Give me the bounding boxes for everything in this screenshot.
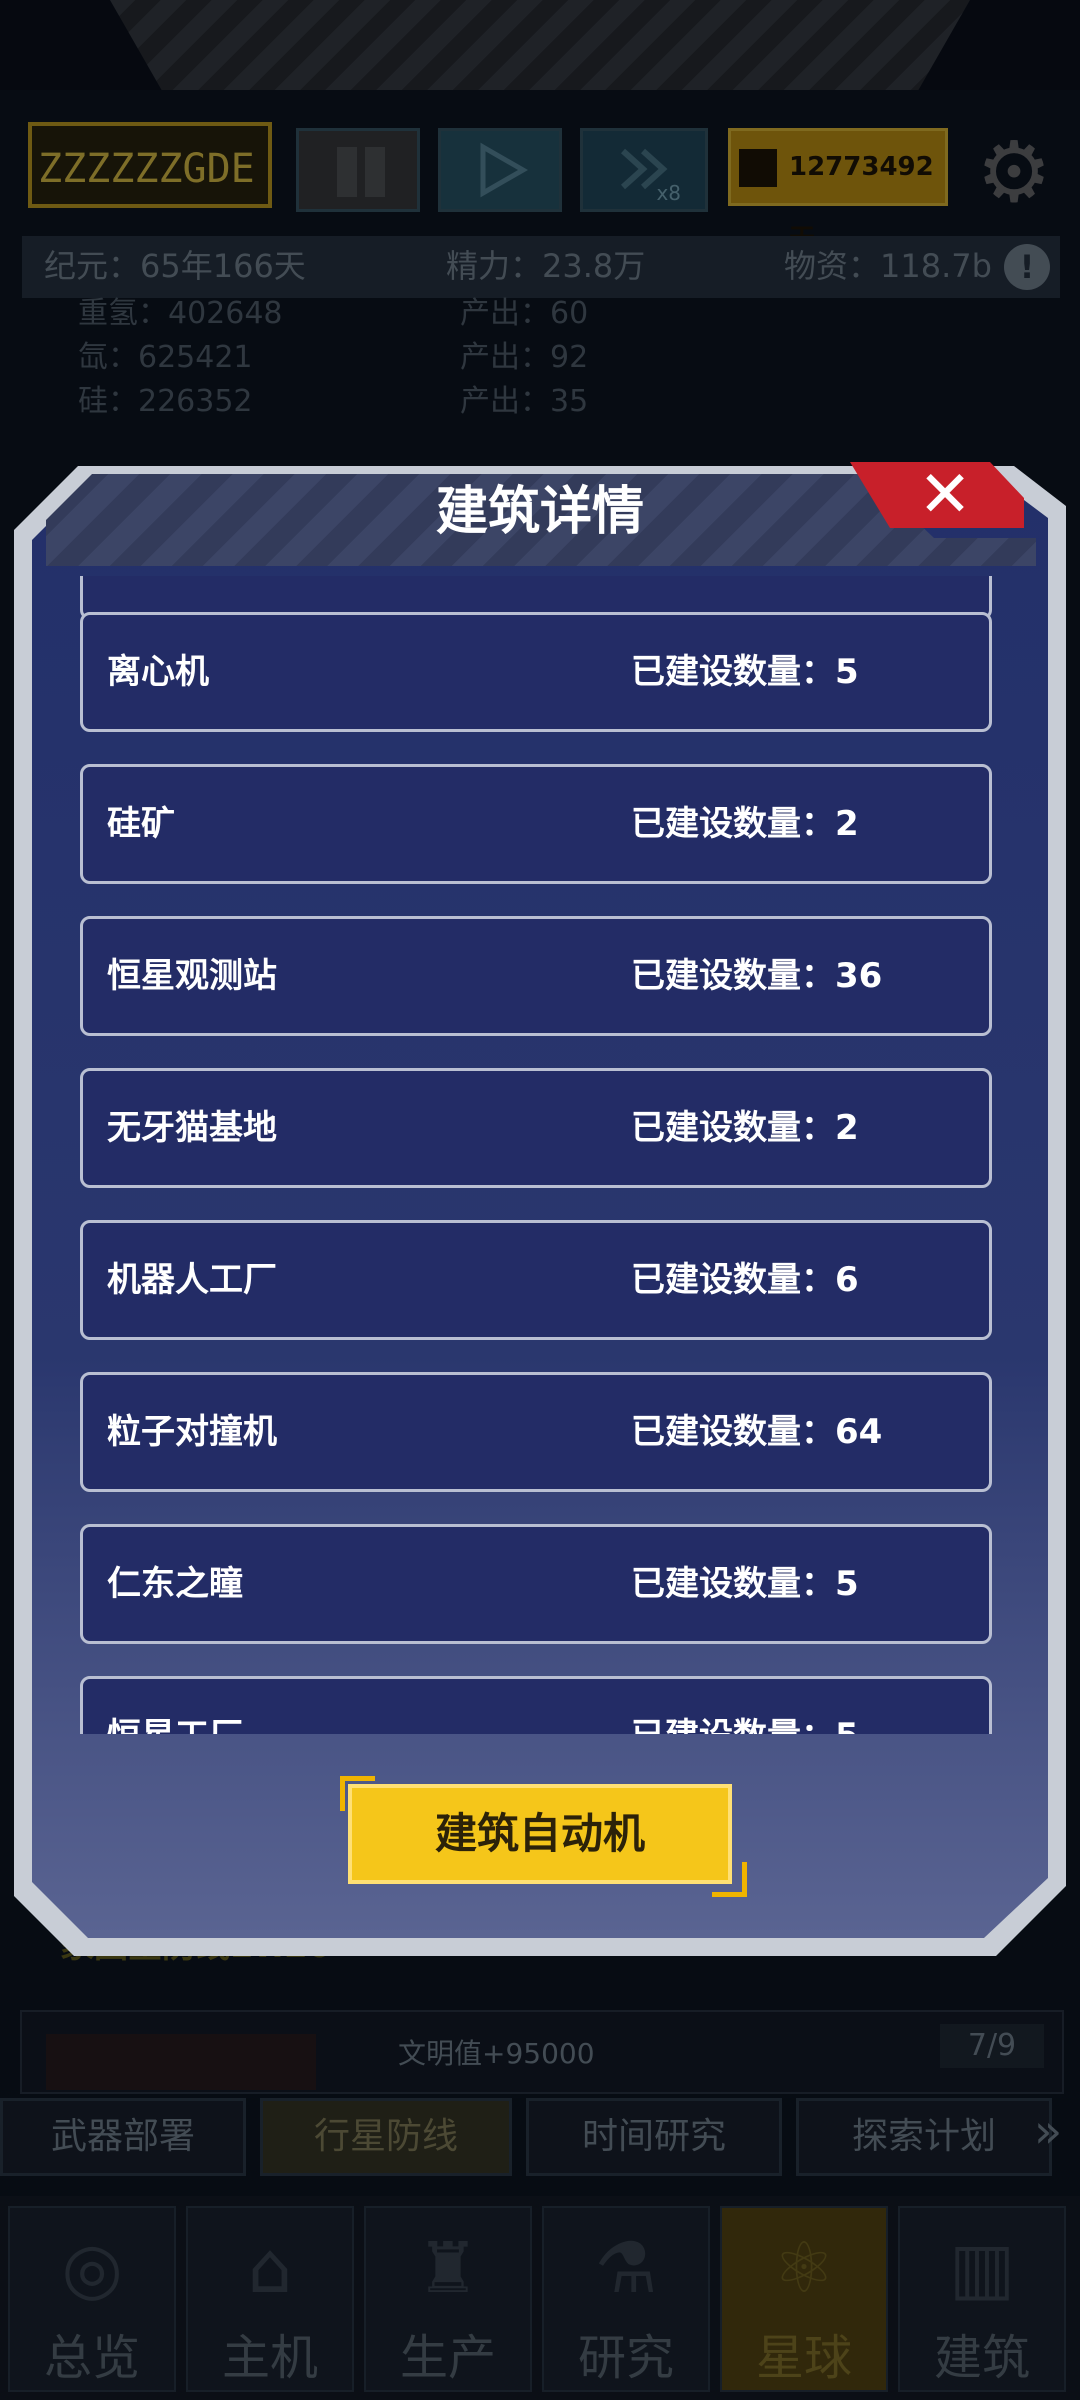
count-value: 5 <box>835 652 859 692</box>
count-label: 已建设数量： <box>631 1108 835 1148</box>
list-item: 恒星观测站 已建设数量：36 <box>80 916 992 1036</box>
count-label: 已建设数量： <box>631 804 835 844</box>
list-item: 硅矿 已建设数量：2 <box>80 764 992 884</box>
building-name: 恒星观测站 <box>107 956 277 996</box>
count-value: 5 <box>835 1564 859 1604</box>
button-corner <box>712 1862 747 1897</box>
close-icon[interactable]: ✕ <box>910 460 980 530</box>
count-value: 36 <box>835 956 883 996</box>
count-value: 6 <box>835 1260 859 1300</box>
list-item: 离心机 已建设数量：5 <box>80 612 992 732</box>
list-item: 恒星工厂 已建设数量：5 <box>80 1676 992 1734</box>
count-value: 5 <box>835 1716 859 1734</box>
count-value: 64 <box>835 1412 883 1452</box>
building-list[interactable]: 离心机 已建设数量：5 硅矿 已建设数量：2 恒星观测站 已建设数量：36 无牙… <box>78 576 1002 1734</box>
count-label: 已建设数量： <box>631 1564 835 1604</box>
building-count: 已建设数量：5 <box>631 1679 859 1734</box>
list-item: 无牙猫基地 已建设数量：2 <box>80 1068 992 1188</box>
count-label: 已建设数量： <box>631 1412 835 1452</box>
building-count: 已建设数量：6 <box>631 1223 859 1337</box>
count-label: 已建设数量： <box>631 1716 835 1734</box>
building-name: 无牙猫基地 <box>107 1108 277 1148</box>
list-item: 仁东之瞳 已建设数量：5 <box>80 1524 992 1644</box>
building-count: 已建设数量：2 <box>631 767 859 881</box>
building-name: 机器人工厂 <box>107 1260 277 1300</box>
building-count: 已建设数量：5 <box>631 1527 859 1641</box>
auto-build-button[interactable]: 建筑自动机 <box>348 1784 732 1884</box>
building-name: 硅矿 <box>107 804 175 844</box>
building-count: 已建设数量：2 <box>631 1071 859 1185</box>
building-name: 粒子对撞机 <box>107 1412 277 1452</box>
building-name: 恒星工厂 <box>107 1679 243 1734</box>
building-count: 已建设数量：5 <box>631 615 859 729</box>
building-name: 仁东之瞳 <box>107 1564 243 1604</box>
list-item: 机器人工厂 已建设数量：6 <box>80 1220 992 1340</box>
list-item: 粒子对撞机 已建设数量：64 <box>80 1372 992 1492</box>
count-label: 已建设数量： <box>631 1260 835 1300</box>
building-name: 离心机 <box>107 652 209 692</box>
count-value: 2 <box>835 1108 859 1148</box>
count-label: 已建设数量： <box>631 652 835 692</box>
building-count: 已建设数量：36 <box>631 919 882 1033</box>
building-count: 已建设数量：64 <box>631 1375 882 1489</box>
count-value: 2 <box>835 804 859 844</box>
count-label: 已建设数量： <box>631 956 835 996</box>
